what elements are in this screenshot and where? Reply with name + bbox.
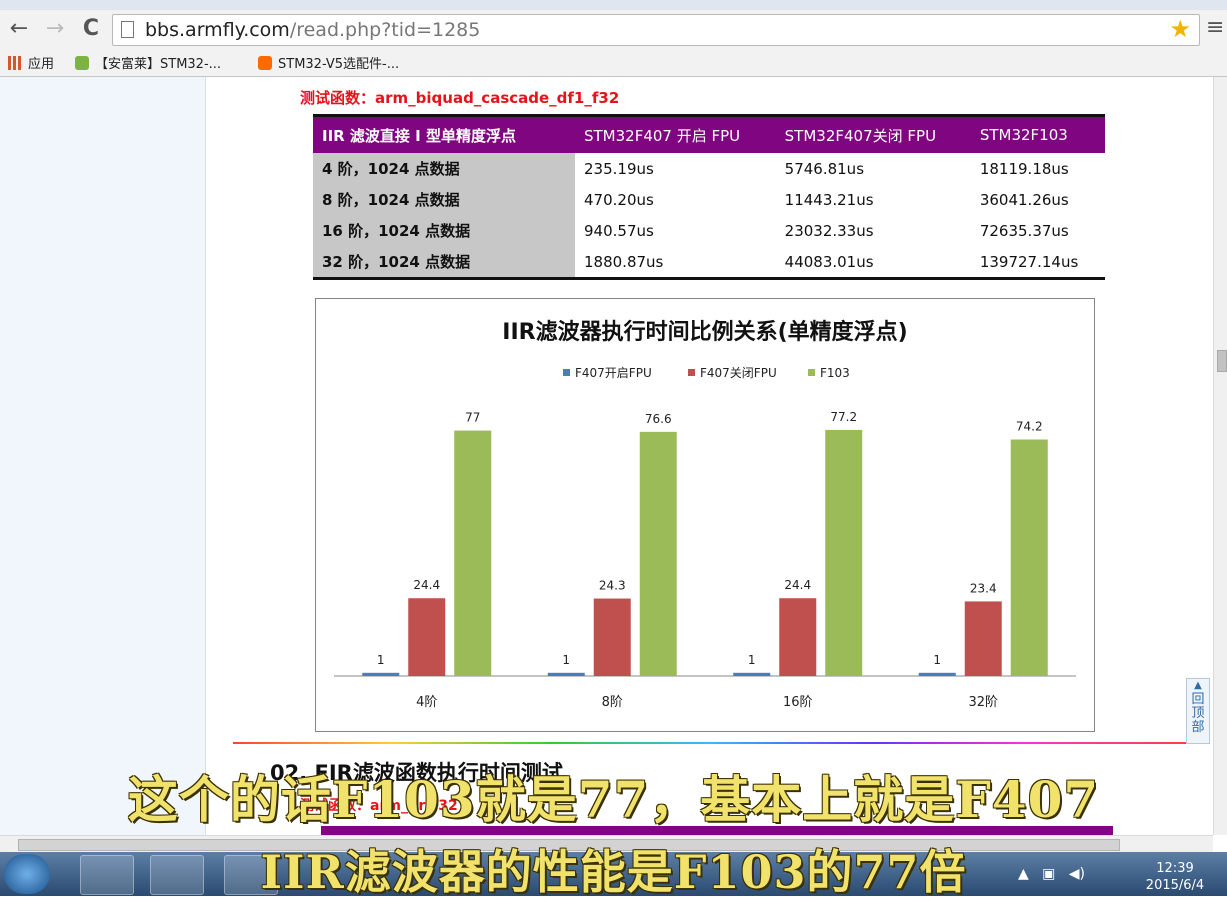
video-subtitle-line-2: IIR滤波器的性能是F103的77倍 <box>260 845 967 899</box>
bar-value-label: 24.4 <box>413 578 440 592</box>
page-content: 测试函数：arm_biquad_cascade_df1_f32 IIR 滤波直接… <box>0 77 1213 835</box>
table-cell: 4 阶，1024 点数据 <box>313 153 575 184</box>
bar <box>918 672 956 676</box>
bar <box>1010 439 1048 676</box>
address-bar[interactable]: bbs.armfly.com/read.php?tid=1285 ★ <box>112 14 1200 46</box>
bar <box>779 598 817 676</box>
table-cell: 1880.87us <box>575 246 776 280</box>
bar <box>454 430 492 676</box>
video-subtitle-line-1: 这个的话F103就是77，基本上就是F407 <box>127 770 1100 829</box>
table-header-row: IIR 滤波直接 I 型单精度浮点 STM32F407 开启 FPU STM32… <box>313 114 1105 153</box>
table-header: IIR 滤波直接 I 型单精度浮点 <box>313 114 575 153</box>
table-row: 32 阶，1024 点数据 1880.87us 44083.01us 13972… <box>313 246 1105 280</box>
x-tick-label: 16阶 <box>783 695 813 710</box>
legend-label: F407关闭FPU <box>700 366 777 380</box>
bookmark-armfly[interactable]: 【安富莱】STM32-... <box>75 53 221 72</box>
x-tick-label: 4阶 <box>416 695 437 710</box>
table-cell: 18119.18us <box>979 159 1069 178</box>
chart-svg: IIR滤波器执行时间比例关系(单精度浮点) F407开启FPU F407关闭FPU F… <box>334 319 1076 710</box>
table-header: STM32F407关闭 FPU <box>775 114 971 153</box>
table-cell: 139727.14us <box>970 246 1105 280</box>
back-to-top-button[interactable]: ▲ 回顶部 <box>1186 678 1210 744</box>
legend-label: F407开启FPU <box>575 366 652 380</box>
bar-value-label: 1 <box>562 653 570 667</box>
table-cell: 235.19us <box>584 159 654 178</box>
bar <box>408 598 446 676</box>
chart-title: IIR滤波器执行时间比例关系(单精度浮点) <box>502 319 907 345</box>
back-to-top-label: 回顶部 <box>1191 692 1205 735</box>
table-row: 4 阶，1024 点数据 235.19us 5746.81us 18119.18… <box>313 153 1105 184</box>
bookmarks-bar: 应用 【安富莱】STM32-... STM32-V5选配件-... <box>0 48 1227 77</box>
menu-icon[interactable]: ≡ <box>1206 15 1224 40</box>
benchmark-table: IIR 滤波直接 I 型单精度浮点 STM32F407 开启 FPU STM32… <box>313 114 1105 280</box>
bar-value-label: 77.2 <box>830 410 857 424</box>
table-cell: 44083.01us <box>775 246 971 280</box>
bookmark-star-icon[interactable]: ★ <box>1169 16 1191 42</box>
test-function-label: 测试函数：arm_biquad_cascade_df1_f32 <box>300 89 620 107</box>
table-header: STM32F407 开启 FPU <box>575 114 776 153</box>
table-cell: 470.20us <box>584 190 654 209</box>
table-cell: 72635.37us <box>979 221 1069 240</box>
legend-swatch <box>808 369 815 376</box>
table-header: STM32F103 <box>970 114 1105 153</box>
bar <box>964 601 1002 676</box>
bar-value-label: 1 <box>377 653 385 667</box>
url-text[interactable]: bbs.armfly.com/read.php?tid=1285 <box>145 19 480 41</box>
bookmark-stm32-v5[interactable]: STM32-V5选配件-... <box>258 53 399 72</box>
legend-swatch <box>563 369 570 376</box>
bar-value-label: 76.6 <box>645 412 672 426</box>
x-tick-label: 32阶 <box>968 695 998 710</box>
back-arrow-icon[interactable]: ← <box>6 16 32 42</box>
table-cell: 23032.33us <box>784 221 874 240</box>
bar-value-label: 24.4 <box>784 578 811 592</box>
leaf-icon <box>75 56 89 70</box>
table-cell: 16 阶，1024 点数据 <box>313 215 575 246</box>
bar-value-label: 77 <box>465 411 480 425</box>
bookmark-apps[interactable]: 应用 <box>8 53 54 72</box>
page-icon <box>121 21 134 38</box>
legend-label: F103 <box>820 366 850 380</box>
bar-value-label: 23.4 <box>970 581 997 595</box>
bar-value-label: 74.2 <box>1016 419 1043 433</box>
bar-value-label: 24.3 <box>599 579 626 593</box>
bar <box>547 672 585 676</box>
bar-value-label: 1 <box>933 653 941 667</box>
legend-swatch <box>688 369 695 376</box>
table-row: 16 阶，1024 点数据 940.57us 23032.33us 72635.… <box>313 215 1105 246</box>
table-cell: 32 阶，1024 点数据 <box>313 246 575 280</box>
bar-value-label: 1 <box>748 653 756 667</box>
vertical-scroll-thumb[interactable] <box>1217 350 1227 372</box>
x-tick-label: 8阶 <box>602 695 623 710</box>
section-divider <box>233 742 1188 744</box>
left-sidebar <box>0 77 206 835</box>
table-cell: 8 阶，1024 点数据 <box>313 184 575 215</box>
iir-ratio-chart: IIR滤波器执行时间比例关系(单精度浮点) F407开启FPU F407关闭FPU F… <box>315 298 1095 732</box>
table-cell: 940.57us <box>584 221 654 240</box>
table-cell: 11443.21us <box>784 190 874 209</box>
bar <box>639 431 677 676</box>
vertical-scrollbar[interactable] <box>1213 77 1227 835</box>
table-cell: 36041.26us <box>979 190 1069 209</box>
forward-arrow-icon[interactable]: → <box>42 16 68 42</box>
apps-grid-icon <box>8 56 22 70</box>
taobao-icon <box>258 56 272 70</box>
table-cell: 5746.81us <box>784 159 865 178</box>
up-arrow-icon: ▲ <box>1194 680 1202 691</box>
bar <box>593 598 631 676</box>
bar <box>733 672 771 676</box>
bar <box>825 429 863 676</box>
reload-icon[interactable]: C <box>78 16 104 42</box>
bar <box>362 672 400 676</box>
table-row: 8 阶，1024 点数据 470.20us 11443.21us 36041.2… <box>313 184 1105 215</box>
